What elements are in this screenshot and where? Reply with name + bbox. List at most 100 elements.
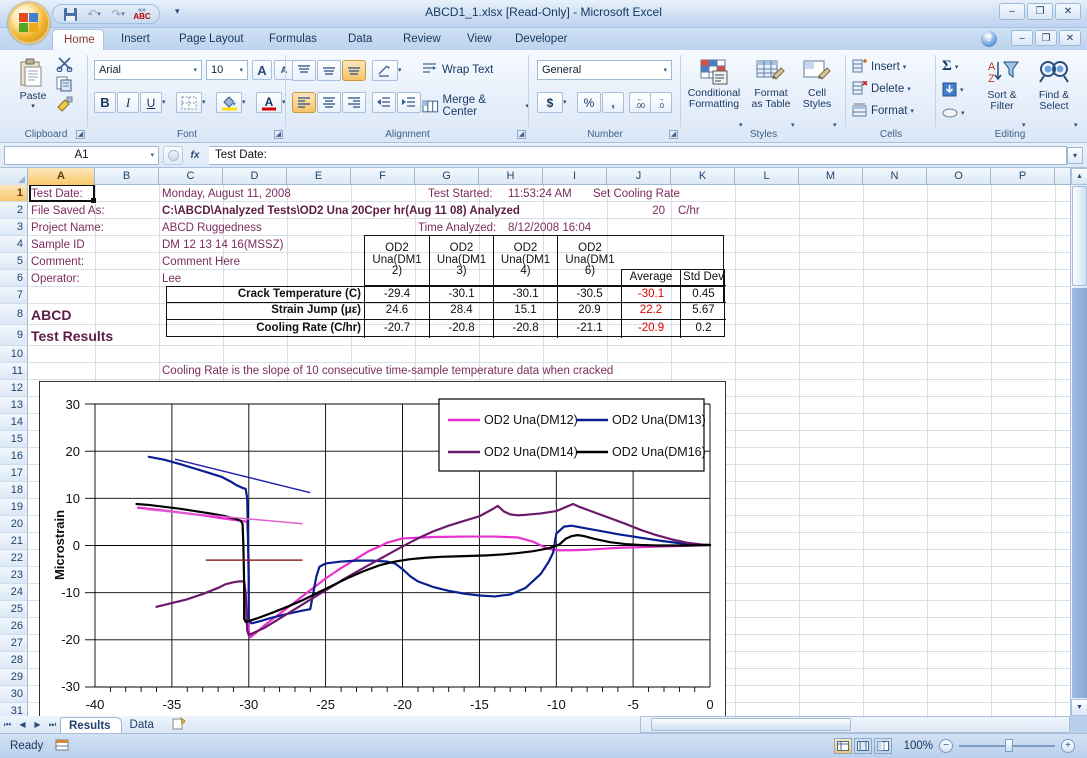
col-header-C[interactable]: C xyxy=(159,168,223,185)
prev-sheet-button[interactable]: ◀ xyxy=(15,717,30,732)
fat-dropdown-icon[interactable]: ▾ xyxy=(791,121,795,129)
col-header-B[interactable]: B xyxy=(95,168,159,185)
tab-review[interactable]: Review xyxy=(392,29,452,50)
align-left-button[interactable] xyxy=(292,92,316,113)
vertical-scroll-track[interactable] xyxy=(1072,288,1087,698)
cell-A2-file-saved-label[interactable]: File Saved As: xyxy=(31,202,105,219)
doc-restore-button[interactable]: ❐ xyxy=(1035,30,1057,46)
table-cell-cooling-dm12[interactable]: -20.7 xyxy=(365,320,430,338)
insert-dropdown-icon[interactable]: ▾ xyxy=(903,63,907,71)
row-header-13[interactable]: 13 xyxy=(0,397,28,414)
col-header-F[interactable]: F xyxy=(351,168,415,185)
first-sheet-button[interactable]: ⏮ xyxy=(0,717,15,732)
tab-developer[interactable]: Developer xyxy=(504,29,578,50)
row-header-12[interactable]: 12 xyxy=(0,380,28,397)
insert-function-button[interactable]: fx xyxy=(185,146,205,165)
table-cell-strain-average[interactable]: 22.2 xyxy=(622,303,681,320)
insert-worksheet-button[interactable] xyxy=(164,717,196,733)
borders-button[interactable] xyxy=(176,92,202,113)
cell-set-cooling-rate-value[interactable]: 20 xyxy=(593,202,665,219)
col-header-O[interactable]: O xyxy=(927,168,991,185)
tab-data[interactable]: Data xyxy=(337,29,383,50)
cell-A8-abcd[interactable]: ABCD xyxy=(31,305,71,325)
row-header-14[interactable]: 14 xyxy=(0,414,28,431)
next-sheet-button[interactable]: ▶ xyxy=(30,717,45,732)
col-header-E[interactable]: E xyxy=(287,168,351,185)
zoom-slider[interactable] xyxy=(959,745,1055,747)
table-cell-crack-average[interactable]: -30.1 xyxy=(622,287,681,303)
scroll-up-button[interactable]: ▲ xyxy=(1071,168,1087,185)
name-box[interactable]: A1 ▾ xyxy=(4,146,159,165)
sheet-tab-results[interactable]: Results xyxy=(60,717,122,733)
clear-button[interactable]: ▾ xyxy=(942,106,965,120)
zoom-in-button[interactable]: + xyxy=(1061,739,1075,753)
font-name-combo[interactable]: Arial ▾ xyxy=(94,60,202,80)
row-header-11[interactable]: 11 xyxy=(0,363,28,380)
save-icon[interactable] xyxy=(61,6,79,22)
align-right-button[interactable] xyxy=(342,92,366,113)
col-header-A[interactable]: A xyxy=(28,168,95,185)
table-cell-strain-dm12[interactable]: 24.6 xyxy=(365,303,430,320)
grow-font-button[interactable]: A xyxy=(252,60,272,80)
cut-button[interactable] xyxy=(56,56,74,75)
col-header-J[interactable]: J xyxy=(607,168,671,185)
tab-page-layout[interactable]: Page Layout xyxy=(168,29,255,50)
cell-A4-sample-id-label[interactable]: Sample ID xyxy=(31,236,85,253)
horizontal-scrollbar[interactable] xyxy=(640,716,1070,733)
merge-center-button[interactable]: Merge & Center ▾ xyxy=(422,94,529,118)
find-dropdown-icon[interactable]: ▾ xyxy=(1074,121,1078,129)
cell-C5-comment[interactable]: Comment Here xyxy=(162,253,240,270)
paste-dropdown-icon[interactable]: ▾ xyxy=(31,102,35,110)
zoom-slider-knob[interactable] xyxy=(1005,739,1013,752)
font-color-button[interactable]: A xyxy=(256,92,282,113)
delete-dropdown-icon[interactable]: ▾ xyxy=(907,85,911,93)
page-layout-view-button[interactable] xyxy=(854,738,872,754)
row-header-16[interactable]: 16 xyxy=(0,448,28,465)
cell-C1-test-date-value[interactable]: Monday, August 11, 2008 xyxy=(162,185,291,202)
row-header-30[interactable]: 30 xyxy=(0,686,28,703)
row-header-2[interactable]: 2 xyxy=(0,202,28,219)
format-cells-button[interactable]: Format ▾ xyxy=(852,103,914,118)
percent-button[interactable]: % xyxy=(577,92,601,113)
row-header-4[interactable]: 4 xyxy=(0,236,28,253)
format-painter-button[interactable] xyxy=(56,96,74,115)
fill-color-button[interactable] xyxy=(216,92,242,113)
doc-close-button[interactable]: ✕ xyxy=(1059,30,1081,46)
page-break-view-button[interactable] xyxy=(874,738,892,754)
borders-dropdown-icon[interactable]: ▾ xyxy=(202,98,206,106)
align-bottom-button[interactable] xyxy=(342,60,366,81)
row-header-25[interactable]: 25 xyxy=(0,601,28,618)
table-cell-cooling-dm13[interactable]: -20.8 xyxy=(430,320,494,338)
insert-cells-button[interactable]: Insert ▾ xyxy=(852,59,906,74)
chevron-down-icon[interactable]: ▾ xyxy=(663,66,667,74)
cs-dropdown-icon[interactable]: ▾ xyxy=(833,121,837,129)
row-header-27[interactable]: 27 xyxy=(0,635,28,652)
table-cell-strain-dm14[interactable]: 15.1 xyxy=(494,303,558,320)
row-header-1[interactable]: 1 xyxy=(0,185,28,202)
fill-dropdown-icon[interactable]: ▾ xyxy=(960,86,964,94)
fill-button[interactable]: ▾ xyxy=(942,82,964,97)
horizontal-scroll-thumb[interactable] xyxy=(651,718,851,731)
row-header-29[interactable]: 29 xyxy=(0,669,28,686)
col-header-K[interactable]: K xyxy=(671,168,735,185)
col-header-G[interactable]: G xyxy=(415,168,479,185)
autosum-button[interactable]: Σ ▾ xyxy=(942,58,958,75)
qat-customize-icon[interactable]: ▾ xyxy=(175,6,180,17)
font-dialog-launcher[interactable]: ◢ xyxy=(274,130,283,139)
row-header-5[interactable]: 5 xyxy=(0,253,28,270)
find-select-button[interactable]: Find & Select xyxy=(1030,58,1078,112)
number-format-combo[interactable]: General ▾ xyxy=(537,60,672,80)
close-button[interactable]: ✕ xyxy=(1055,3,1081,20)
paste-button[interactable]: Paste ▾ xyxy=(10,58,56,110)
cell-C3-project-name[interactable]: ABCD Ruggedness xyxy=(162,219,262,236)
redo-icon[interactable]: ↷▾ xyxy=(109,6,127,22)
copy-button[interactable] xyxy=(56,76,74,95)
comma-button[interactable]: , xyxy=(602,92,624,113)
vertical-scroll-thumb[interactable] xyxy=(1072,186,1087,286)
undo-icon[interactable]: ↶▾ xyxy=(85,6,103,22)
col-header-D[interactable]: D xyxy=(223,168,287,185)
row-header-10[interactable]: 10 xyxy=(0,346,28,363)
table-cell-crack-stddev[interactable]: 0.45 xyxy=(681,287,726,303)
increase-decimal-button[interactable]: ←.00 xyxy=(629,92,651,113)
table-cell-strain-stddev[interactable]: 5.67 xyxy=(681,303,726,320)
